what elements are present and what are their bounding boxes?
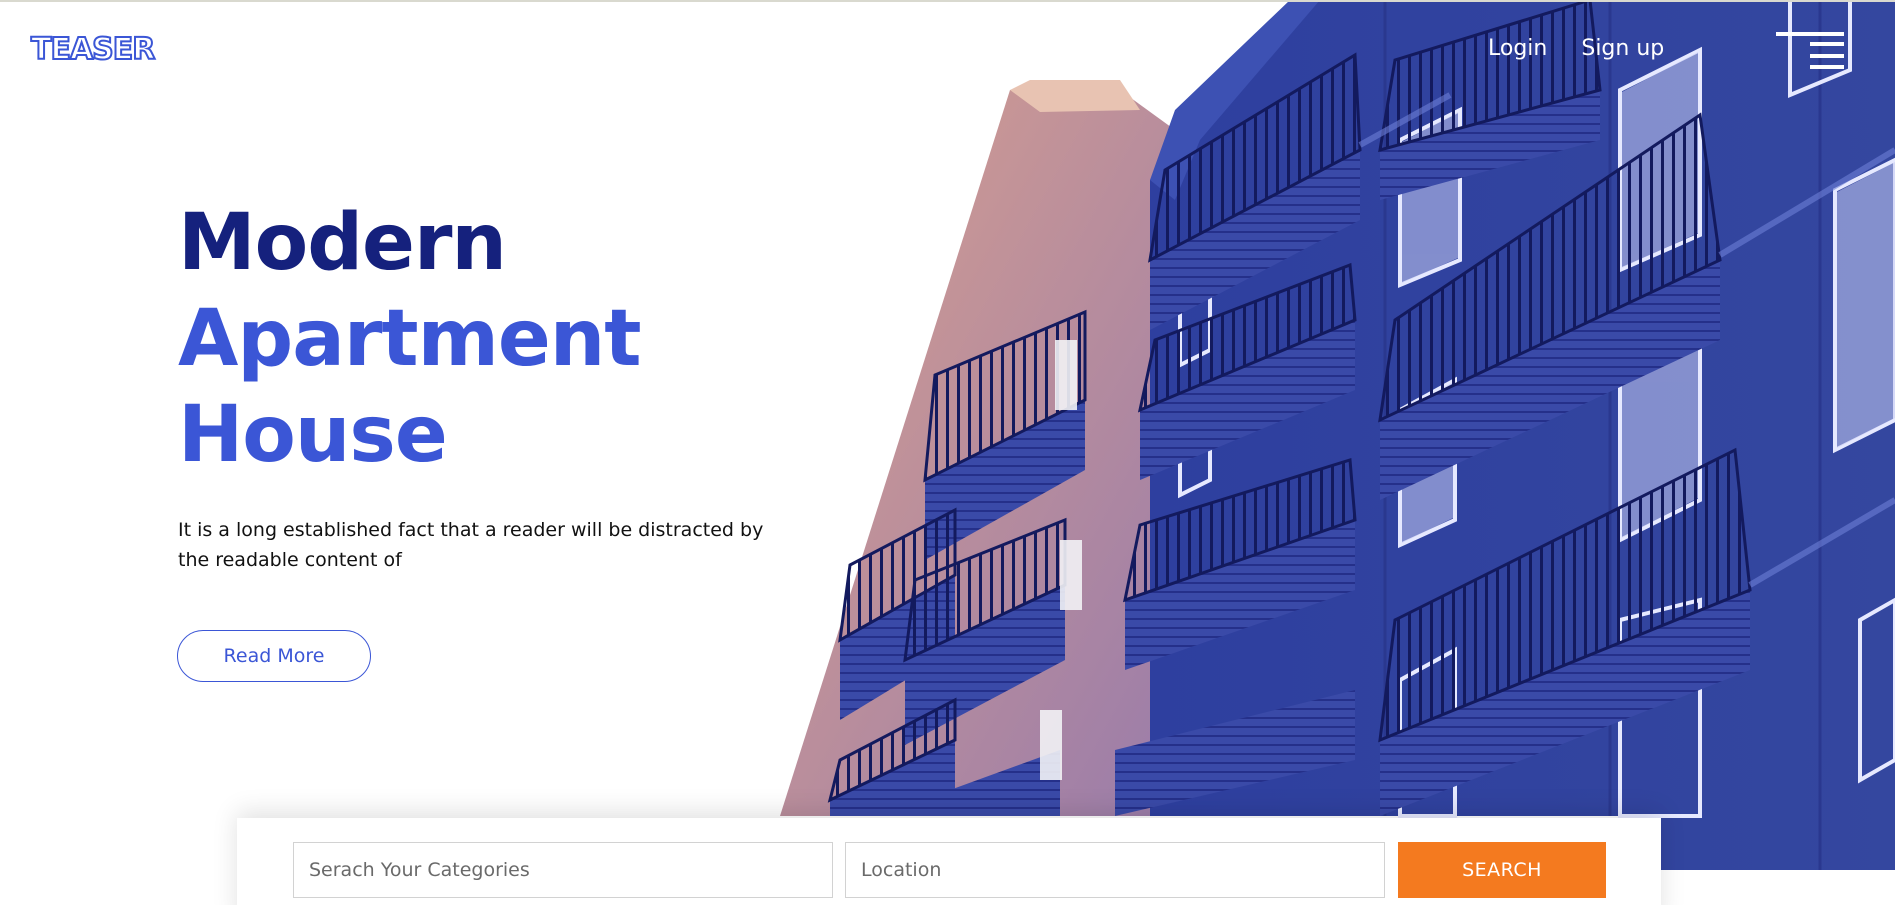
hero-title: Modern Apartment House bbox=[178, 195, 642, 483]
hero-title-line-2: Apartment bbox=[178, 294, 642, 384]
location-input[interactable] bbox=[845, 842, 1385, 898]
read-more-button[interactable]: Read More bbox=[177, 630, 371, 682]
category-search-input[interactable] bbox=[293, 842, 833, 898]
login-link[interactable]: Login bbox=[1488, 36, 1547, 61]
search-panel: SEARCH bbox=[237, 818, 1661, 905]
signup-link[interactable]: Sign up bbox=[1581, 36, 1664, 61]
hamburger-menu-icon[interactable] bbox=[1776, 32, 1844, 70]
hero-title-line-3: House bbox=[178, 390, 448, 480]
teaser-logo[interactable]: TEASER bbox=[30, 31, 156, 68]
search-button[interactable]: SEARCH bbox=[1398, 842, 1606, 898]
landing-page: TEASER Login Sign up Modern Apartment Ho… bbox=[0, 0, 1895, 905]
top-nav: Login Sign up bbox=[1488, 36, 1664, 61]
hero-description: It is a long established fact that a rea… bbox=[178, 519, 764, 571]
top-divider bbox=[0, 0, 1895, 2]
hero-title-line-1: Modern bbox=[178, 198, 507, 288]
